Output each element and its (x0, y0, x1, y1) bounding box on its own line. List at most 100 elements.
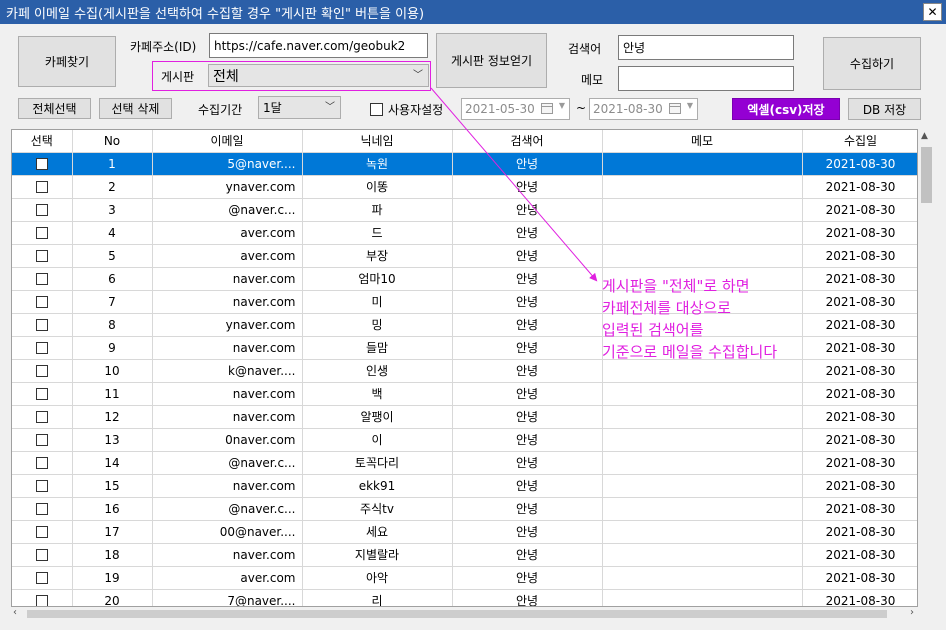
row-checkbox[interactable] (35, 480, 48, 492)
excel-save-button[interactable]: 엑셀(csv)저장 (732, 98, 840, 120)
header-email[interactable]: 이메일 (152, 130, 303, 153)
table-row[interactable]: 10 k@naver.... 인생 안녕 2021-08-30 (12, 359, 917, 383)
header-no[interactable]: No (72, 130, 153, 153)
db-save-button[interactable]: DB 저장 (848, 98, 921, 120)
find-cafe-button[interactable]: 카페찾기 (18, 36, 116, 87)
table-row[interactable]: 19 aver.com 아악 안녕 2021-08-30 (12, 566, 917, 590)
row-select-cell[interactable] (12, 198, 73, 222)
select-all-button[interactable]: 전체선택 (18, 98, 91, 119)
scroll-up-icon[interactable]: ▲ (921, 131, 928, 141)
row-checkbox[interactable] (35, 250, 48, 262)
row-select-cell[interactable] (12, 152, 73, 176)
search-term-input[interactable]: 안녕 (618, 35, 794, 60)
row-checkbox[interactable] (35, 273, 48, 285)
memo-input[interactable] (618, 66, 794, 91)
table-row[interactable]: 7 naver.com 미 안녕 2021-08-30 (12, 290, 917, 314)
row-select-cell[interactable] (12, 336, 73, 360)
table-row[interactable]: 4 aver.com 드 안녕 2021-08-30 (12, 221, 917, 245)
table-row[interactable]: 2 ynaver.com 이똥 안녕 2021-08-30 (12, 175, 917, 199)
scroll-left-icon[interactable]: ‹ (13, 607, 17, 618)
table-row[interactable]: 9 naver.com 들맘 안녕 2021-08-30 (12, 336, 917, 360)
date-from-picker[interactable]: 2021-05-30 ▼ (461, 98, 570, 120)
row-select-cell[interactable] (12, 520, 73, 544)
row-select-cell[interactable] (12, 359, 73, 383)
row-checkbox[interactable] (35, 457, 48, 469)
row-checkbox[interactable] (35, 342, 48, 354)
row-select-cell[interactable] (12, 566, 73, 590)
row-checkbox[interactable] (35, 411, 48, 423)
table-row[interactable]: 18 naver.com 지별랄라 안녕 2021-08-30 (12, 543, 917, 567)
row-checkbox[interactable] (35, 227, 48, 239)
table-row[interactable]: 6 naver.com 엄마10 안녕 2021-08-30 (12, 267, 917, 291)
table-row[interactable]: 5 aver.com 부장 안녕 2021-08-30 (12, 244, 917, 268)
row-select-cell[interactable] (12, 474, 73, 498)
row-email: 00@naver.... (152, 520, 303, 544)
row-checkbox[interactable] (35, 296, 48, 308)
row-select-cell[interactable] (12, 244, 73, 268)
close-button[interactable]: ✕ (923, 3, 942, 21)
vertical-scrollbar[interactable]: ▲ (918, 129, 935, 607)
row-checkbox[interactable] (35, 158, 48, 170)
row-select-cell[interactable] (12, 497, 73, 521)
scroll-thumb[interactable] (921, 147, 932, 203)
table-row[interactable]: 17 00@naver.... 세요 안녕 2021-08-30 (12, 520, 917, 544)
delete-selected-button[interactable]: 선택 삭제 (99, 98, 172, 119)
cafe-address-input[interactable]: https://cafe.naver.com/geobuk2 (209, 33, 428, 58)
row-select-cell[interactable] (12, 221, 73, 245)
row-select-cell[interactable] (12, 451, 73, 475)
board-info-button[interactable]: 게시판 정보얻기 (436, 33, 547, 88)
board-select[interactable]: 전체 ﹀ (208, 64, 429, 87)
row-checkbox[interactable] (35, 595, 48, 606)
collect-button[interactable]: 수집하기 (823, 37, 921, 90)
table-row[interactable]: 8 ynaver.com 밍 안녕 2021-08-30 (12, 313, 917, 337)
row-select-cell[interactable] (12, 589, 73, 606)
row-checkbox[interactable] (35, 572, 48, 584)
annotation-line: 기준으로 메일을 수집합니다 (602, 343, 778, 361)
row-select-cell[interactable] (12, 382, 73, 406)
row-search-term: 안녕 (452, 451, 603, 475)
table-row[interactable]: 14 @naver.c... 토꼭다리 안녕 2021-08-30 (12, 451, 917, 475)
table-row[interactable]: 11 naver.com 백 안녕 2021-08-30 (12, 382, 917, 406)
row-search-term: 안녕 (452, 290, 603, 314)
row-checkbox[interactable] (35, 549, 48, 561)
row-checkbox[interactable] (35, 181, 48, 193)
row-select-cell[interactable] (12, 428, 73, 452)
horizontal-scrollbar[interactable]: ‹ › (11, 607, 918, 621)
row-checkbox[interactable] (35, 526, 48, 538)
table-row[interactable]: 20 7@naver.... 리 안녕 2021-08-30 (12, 589, 917, 606)
scroll-right-icon[interactable]: › (910, 607, 914, 618)
table-row[interactable]: 15 naver.com ekk91 안녕 2021-08-30 (12, 474, 917, 498)
table-row[interactable]: 3 @naver.c... 파 안녕 2021-08-30 (12, 198, 917, 222)
row-checkbox[interactable] (35, 388, 48, 400)
row-email: aver.com (152, 244, 303, 268)
header-collected-date[interactable]: 수집일 (802, 130, 917, 153)
table-row[interactable]: 13 0naver.com 이 안녕 2021-08-30 (12, 428, 917, 452)
row-checkbox[interactable] (35, 434, 48, 446)
scroll-thumb-horizontal[interactable] (27, 610, 887, 618)
table-row[interactable]: 12 naver.com 알팽이 안녕 2021-08-30 (12, 405, 917, 429)
date-to-picker[interactable]: 2021-08-30 ▼ (589, 98, 698, 120)
row-select-cell[interactable] (12, 543, 73, 567)
header-search-term[interactable]: 검색어 (452, 130, 603, 153)
row-select-cell[interactable] (12, 175, 73, 199)
row-checkbox[interactable] (35, 365, 48, 377)
row-checkbox[interactable] (35, 204, 48, 216)
row-select-cell[interactable] (12, 290, 73, 314)
user-setting-checkbox[interactable] (370, 103, 383, 116)
row-no: 7 (72, 290, 153, 314)
email-table[interactable]: 선택 No 이메일 닉네임 검색어 메모 수집일 1 5@naver.... 녹원 안… (11, 129, 918, 607)
row-select-cell[interactable] (12, 405, 73, 429)
row-search-term: 안녕 (452, 474, 603, 498)
row-checkbox[interactable] (35, 503, 48, 515)
table-row[interactable]: 1 5@naver.... 녹원 안녕 2021-08-30 (12, 152, 917, 176)
row-select-cell[interactable] (12, 313, 73, 337)
row-select-cell[interactable] (12, 267, 73, 291)
header-select[interactable]: 선택 (12, 130, 73, 153)
row-search-term: 안녕 (452, 336, 603, 360)
table-row[interactable]: 16 @naver.c... 주식tv 안녕 2021-08-30 (12, 497, 917, 521)
header-nickname[interactable]: 닉네임 (302, 130, 453, 153)
header-memo[interactable]: 메모 (602, 130, 803, 153)
row-checkbox[interactable] (35, 319, 48, 331)
period-select[interactable]: 1달 ﹀ (258, 96, 341, 119)
annotation-note: 게시판을 "전체"로 하면 카페전체를 대상으로 입력된 검색어를 기준으로 메… (602, 275, 777, 363)
